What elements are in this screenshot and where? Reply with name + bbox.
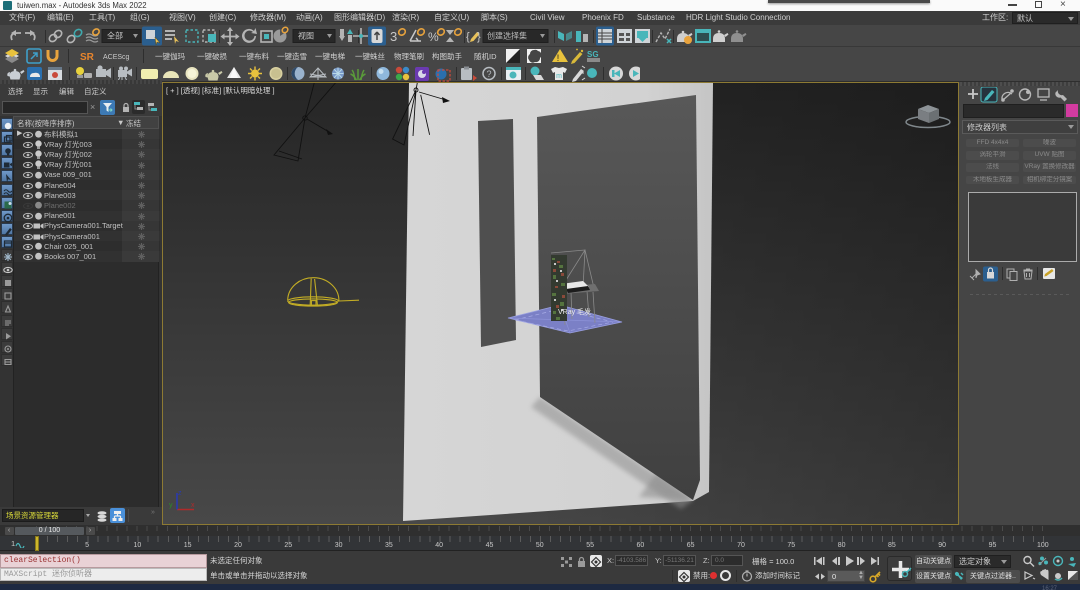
svg-text:!: ! bbox=[557, 53, 560, 63]
svg-text:y: y bbox=[169, 502, 173, 509]
svg-text:VRay 毛发: VRay 毛发 bbox=[558, 307, 591, 316]
svg-text:3: 3 bbox=[390, 29, 397, 44]
svg-text:视图: 视图 bbox=[298, 31, 314, 41]
svg-text:一键电梯: 一键电梯 bbox=[315, 51, 345, 61]
svg-text:m: m bbox=[556, 73, 562, 80]
svg-text:一键蛛丝: 一键蛛丝 bbox=[355, 51, 385, 61]
svg-text:ACEScg: ACEScg bbox=[103, 54, 130, 61]
svg-text:{: { bbox=[466, 31, 470, 43]
svg-text:随机ID: 随机ID bbox=[474, 51, 497, 61]
svg-text:z: z bbox=[178, 490, 182, 497]
svg-text:SG: SG bbox=[587, 50, 599, 59]
svg-text:一键造雪: 一键造雪 bbox=[277, 51, 307, 61]
svg-text:全部: 全部 bbox=[107, 31, 123, 41]
svg-text:构图助手: 构图助手 bbox=[432, 51, 462, 61]
svg-text:x: x bbox=[191, 502, 195, 509]
svg-text:SR: SR bbox=[80, 52, 95, 63]
svg-text:一键布料: 一键布料 bbox=[239, 51, 269, 61]
svg-text:物理笔刷: 物理笔刷 bbox=[394, 51, 424, 61]
svg-text:一键破损: 一键破损 bbox=[197, 51, 227, 61]
svg-text:一键伽玛: 一键伽玛 bbox=[155, 51, 185, 61]
svg-text:?: ? bbox=[486, 69, 491, 79]
svg-text:}: } bbox=[477, 31, 481, 43]
svg-text:创建选择集: 创建选择集 bbox=[487, 31, 527, 41]
